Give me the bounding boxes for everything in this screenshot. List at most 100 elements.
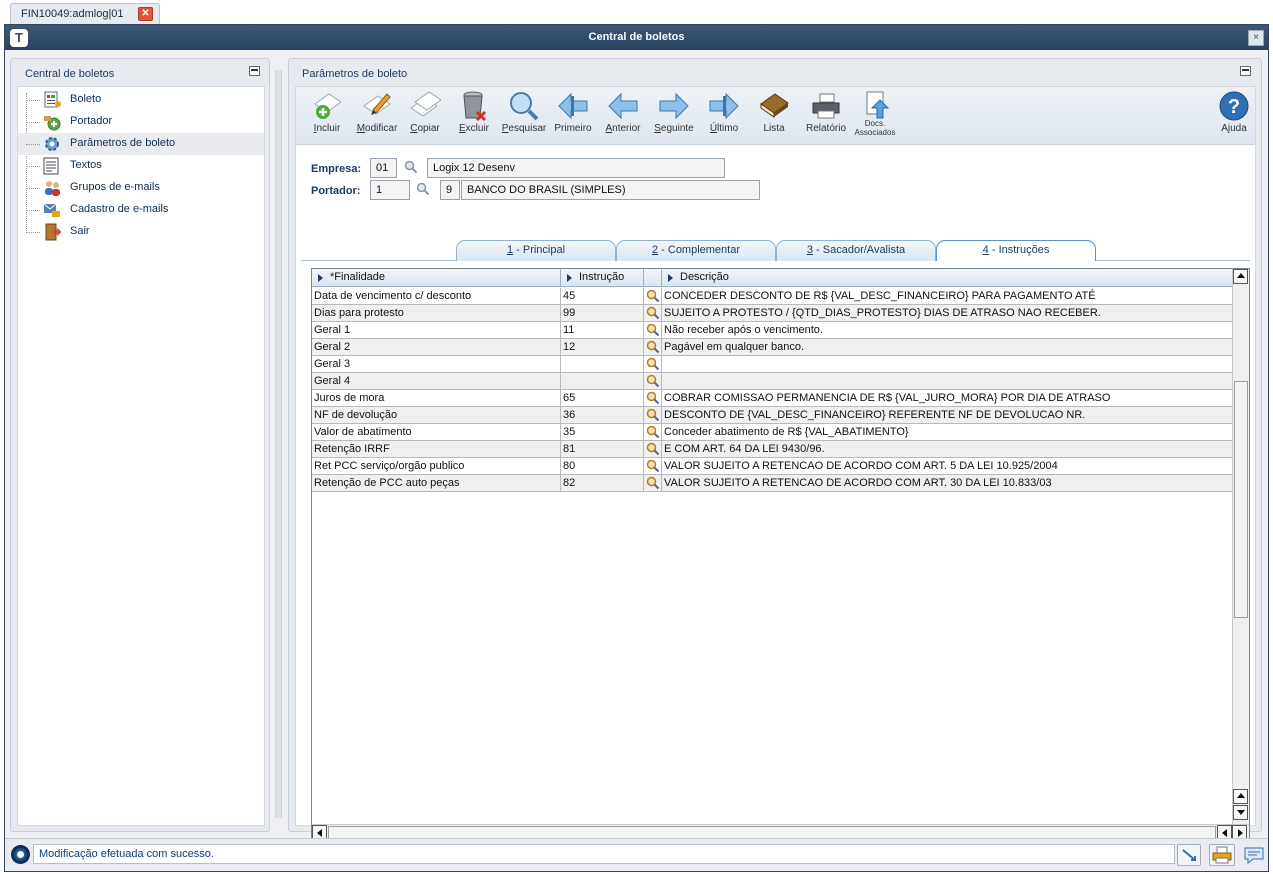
cell-zoom-button[interactable]: [644, 288, 662, 305]
seguinte-button[interactable]: Seguinte: [649, 88, 699, 142]
table-row[interactable]: Retenção IRRF 81 E COM ART. 64 DA LEI 9430…: [312, 441, 1232, 458]
cell-finalidade[interactable]: Valor de abatimento: [312, 424, 561, 441]
cell-instrucao[interactable]: [561, 373, 644, 390]
cell-finalidade[interactable]: Geral 1: [312, 322, 561, 339]
tree-item-boleto[interactable]: Boleto: [18, 89, 264, 111]
cell-finalidade[interactable]: Geral 2: [312, 339, 561, 356]
cell-finalidade[interactable]: Retenção IRRF: [312, 441, 561, 458]
tree-item-grupos[interactable]: Grupos de e-mails: [18, 177, 264, 199]
cell-finalidade[interactable]: NF de devolução: [312, 407, 561, 424]
vertical-scrollbar[interactable]: [1232, 269, 1249, 824]
cell-descricao[interactable]: [662, 373, 1232, 390]
cell-zoom-button[interactable]: [644, 441, 662, 458]
scroll-down-button[interactable]: [1233, 805, 1248, 820]
column-header-finalidade[interactable]: *Finalidade: [312, 269, 561, 287]
primeiro-button[interactable]: Primeiro: [548, 88, 598, 142]
panel-splitter[interactable]: [275, 70, 282, 818]
empresa-code-field[interactable]: 01: [370, 158, 397, 178]
tab-instrucoes[interactable]: 4 - Instruções: [936, 240, 1096, 261]
tree-item-sair[interactable]: Sair: [18, 221, 264, 243]
table-row[interactable]: NF de devolução 36 DESCONTO DE {VAL_DESC_F…: [312, 407, 1232, 424]
table-row[interactable]: Dias para protesto 99 SUJEITO A PROTESTO /…: [312, 305, 1232, 322]
table-row[interactable]: Ret PCC serviço/orgão publico 80 VALOR SUJ…: [312, 458, 1232, 475]
cell-zoom-button[interactable]: [644, 424, 662, 441]
cell-finalidade[interactable]: Geral 4: [312, 373, 561, 390]
docs-associados-button[interactable]: Docs. Associados: [850, 88, 900, 142]
cell-descricao[interactable]: Conceder abatimento de R$ {VAL_ABATIMENT…: [662, 424, 1232, 441]
scroll-up-button[interactable]: [1233, 269, 1248, 284]
anterior-button[interactable]: Anterior: [598, 88, 648, 142]
link-button[interactable]: [1177, 844, 1201, 866]
tab-sacador-avalista[interactable]: 3 - Sacador/Avalista: [776, 240, 936, 261]
cell-instrucao[interactable]: 81: [561, 441, 644, 458]
cell-descricao[interactable]: [662, 356, 1232, 373]
cell-descricao[interactable]: COBRAR COMISSAO PERMANENCIA DE R$ {VAL_J…: [662, 390, 1232, 407]
lista-button[interactable]: Lista: [749, 88, 799, 142]
portador-code-field[interactable]: 1: [370, 180, 410, 200]
cell-instrucao[interactable]: 82: [561, 475, 644, 492]
cell-instrucao[interactable]: 35: [561, 424, 644, 441]
left-panel-minimize-button[interactable]: [249, 66, 260, 76]
cell-instrucao[interactable]: 11: [561, 322, 644, 339]
column-header-instrucao[interactable]: Instrução: [561, 269, 644, 287]
vertical-scroll-thumb[interactable]: [1234, 381, 1248, 618]
tab-principal[interactable]: 1 - Principal: [456, 240, 616, 261]
cell-descricao[interactable]: SUJEITO A PROTESTO / {QTD_DIAS_PROTESTO}…: [662, 305, 1232, 322]
document-tab[interactable]: FIN10049:admlog|01 ✕: [10, 3, 160, 24]
excluir-button[interactable]: Excluir: [449, 88, 499, 142]
table-row[interactable]: Retenção de PCC auto peças 82 VALOR SUJEIT…: [312, 475, 1232, 492]
cell-instrucao[interactable]: [561, 356, 644, 373]
tree-item-portador[interactable]: Portador: [18, 111, 264, 133]
ultimo-button[interactable]: Último: [699, 88, 749, 142]
cell-zoom-button[interactable]: [644, 305, 662, 322]
cell-finalidade[interactable]: Ret PCC serviço/orgão publico: [312, 458, 561, 475]
table-row[interactable]: Valor de abatimento 35 Conceder abatimento…: [312, 424, 1232, 441]
tree-item-cadastro-emails[interactable]: Cadastro de e-mails: [18, 199, 264, 221]
incluir-button[interactable]: Incluir: [302, 88, 352, 142]
cell-instrucao[interactable]: 45: [561, 288, 644, 305]
cell-finalidade[interactable]: Dias para protesto: [312, 305, 561, 322]
cell-zoom-button[interactable]: [644, 390, 662, 407]
column-header-descricao[interactable]: Descrição: [662, 269, 1232, 287]
cell-zoom-button[interactable]: [644, 458, 662, 475]
portador-zoom-icon[interactable]: [416, 182, 430, 196]
scroll-up-button-bottom[interactable]: [1233, 789, 1248, 804]
table-row[interactable]: Geral 3: [312, 356, 1232, 373]
cell-descricao[interactable]: DESCONTO DE {VAL_DESC_FINANCEIRO} REFERE…: [662, 407, 1232, 424]
table-row[interactable]: Geral 4: [312, 373, 1232, 390]
right-panel-minimize-button[interactable]: [1240, 66, 1251, 76]
table-row[interactable]: Geral 1 11 Não receber após o vencimento.: [312, 322, 1232, 339]
cell-descricao[interactable]: Não receber após o vencimento.: [662, 322, 1232, 339]
cell-descricao[interactable]: CONCEDER DESCONTO DE R$ {VAL_DESC_FINANC…: [662, 288, 1232, 305]
tree-item-textos[interactable]: Textos: [18, 155, 264, 177]
cell-finalidade[interactable]: Data de vencimento c/ desconto: [312, 288, 561, 305]
table-row[interactable]: Geral 2 12 Pagável em qualquer banco.: [312, 339, 1232, 356]
cell-zoom-button[interactable]: [644, 356, 662, 373]
cell-finalidade[interactable]: Geral 3: [312, 356, 561, 373]
cell-instrucao[interactable]: 36: [561, 407, 644, 424]
cell-instrucao[interactable]: 80: [561, 458, 644, 475]
window-close-button[interactable]: ×: [1248, 30, 1264, 46]
cell-instrucao[interactable]: 99: [561, 305, 644, 322]
cell-descricao[interactable]: VALOR SUJEITO A RETENCAO DE ACORDO COM A…: [662, 458, 1232, 475]
table-row[interactable]: Juros de mora 65 COBRAR COMISSAO PERMANENC…: [312, 390, 1232, 407]
ajuda-button[interactable]: ? Ajuda: [1209, 88, 1259, 142]
cell-zoom-button[interactable]: [644, 475, 662, 492]
cell-descricao[interactable]: VALOR SUJEITO A RETENCAO DE ACORDO COM A…: [662, 475, 1232, 492]
cell-zoom-button[interactable]: [644, 339, 662, 356]
tree-item-parametros[interactable]: Parâmetros de boleto: [18, 133, 264, 155]
cell-finalidade[interactable]: Juros de mora: [312, 390, 561, 407]
cell-descricao[interactable]: Pagável em qualquer banco.: [662, 339, 1232, 356]
empresa-zoom-icon[interactable]: [404, 160, 418, 174]
table-row[interactable]: Data de vencimento c/ desconto 45 CONCEDER…: [312, 288, 1232, 305]
tab-complementar[interactable]: 2 - Complementar: [616, 240, 776, 261]
cell-descricao[interactable]: E COM ART. 64 DA LEI 9430/96.: [662, 441, 1232, 458]
cell-zoom-button[interactable]: [644, 373, 662, 390]
message-button[interactable]: [1243, 844, 1265, 866]
cell-zoom-button[interactable]: [644, 407, 662, 424]
cell-instrucao[interactable]: 65: [561, 390, 644, 407]
cell-instrucao[interactable]: 12: [561, 339, 644, 356]
cell-zoom-button[interactable]: [644, 322, 662, 339]
cell-finalidade[interactable]: Retenção de PCC auto peças: [312, 475, 561, 492]
close-tab-icon[interactable]: ✕: [138, 7, 153, 21]
